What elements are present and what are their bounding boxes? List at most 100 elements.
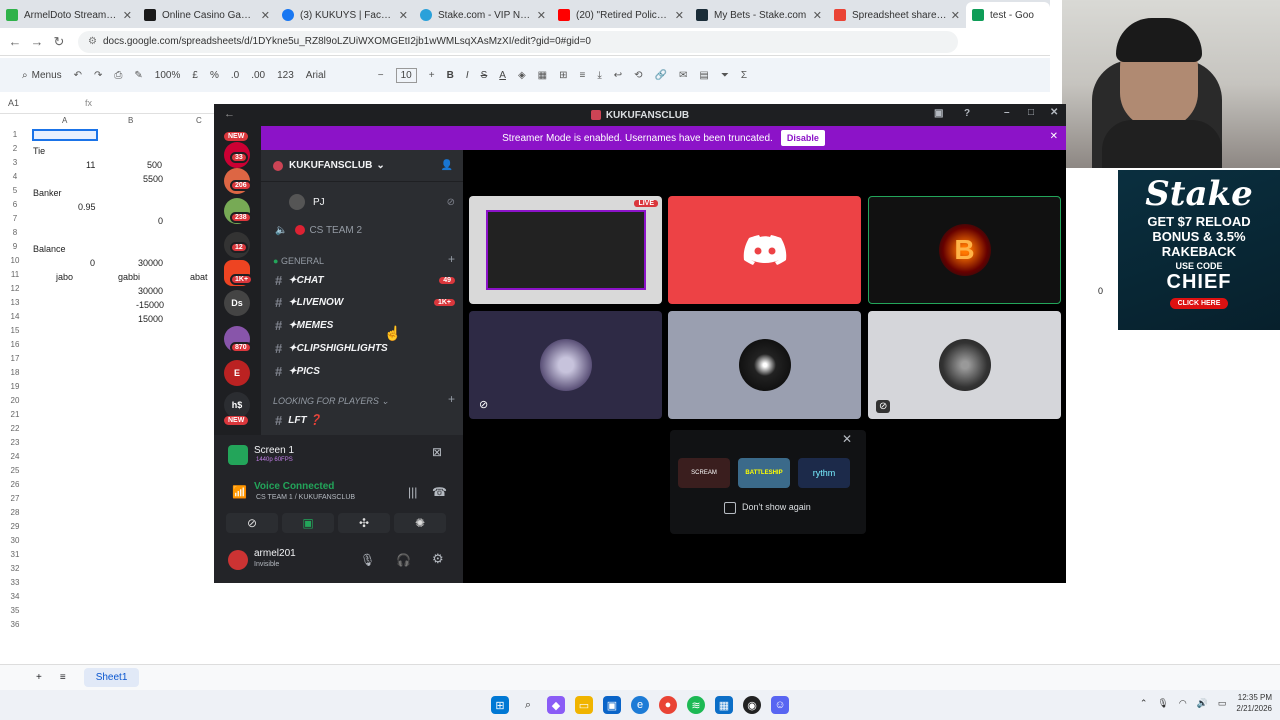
font-select[interactable]: Arial bbox=[306, 70, 366, 81]
comment-icon[interactable]: ✉ bbox=[679, 70, 687, 81]
close-icon[interactable]: ✕ bbox=[842, 432, 852, 446]
row-number[interactable]: 2 bbox=[0, 144, 30, 153]
store-icon[interactable]: ▣ bbox=[603, 696, 621, 714]
row-number[interactable]: 5 bbox=[0, 186, 30, 195]
row-number[interactable]: 15 bbox=[0, 326, 30, 335]
row-number[interactable]: 6 bbox=[0, 200, 30, 209]
cell[interactable]: 0 bbox=[1098, 286, 1103, 296]
cell-ref[interactable]: A1 bbox=[8, 98, 19, 108]
server-header[interactable]: KUKUFANSCLUB ⌄ 👤 bbox=[261, 150, 463, 182]
sheet-tab[interactable]: Sheet1 bbox=[83, 668, 140, 687]
italic-icon[interactable]: I bbox=[466, 70, 469, 81]
row-number[interactable]: 14 bbox=[0, 312, 30, 321]
row-number[interactable]: 22 bbox=[0, 424, 30, 433]
close-banner-icon[interactable]: ✕ bbox=[1050, 131, 1058, 142]
avatar[interactable] bbox=[228, 550, 248, 570]
row-number[interactable]: 33 bbox=[0, 578, 30, 587]
text-color-icon[interactable]: A bbox=[499, 70, 506, 81]
close-icon[interactable]: ✕ bbox=[951, 9, 960, 22]
volume-icon[interactable]: 🔊 bbox=[1197, 698, 1208, 709]
row-number[interactable]: 27 bbox=[0, 494, 30, 503]
cell[interactable]: 0 bbox=[90, 258, 95, 268]
channel-lft[interactable]: # LFT ❓ bbox=[271, 410, 455, 430]
participant-tile[interactable] bbox=[668, 196, 861, 304]
start-icon[interactable]: ⊞ bbox=[491, 696, 509, 714]
battery-icon[interactable]: ▭ bbox=[1218, 698, 1227, 709]
search-icon[interactable]: ⌕ bbox=[22, 70, 28, 81]
channel-pics[interactable]: # ✦PICS bbox=[271, 361, 455, 381]
inbox-icon[interactable]: ▣ bbox=[934, 108, 943, 119]
zoom-select[interactable]: 100% bbox=[155, 70, 181, 81]
browser-tab[interactable]: Stake.com - VIP Notices ✕ bbox=[414, 2, 552, 28]
row-number[interactable]: 30 bbox=[0, 536, 30, 545]
selected-cell[interactable] bbox=[32, 129, 98, 141]
row-number[interactable]: 18 bbox=[0, 368, 30, 377]
activities-button[interactable]: ✣ bbox=[338, 513, 390, 533]
add-channel-icon[interactable]: + bbox=[448, 392, 455, 406]
row-number[interactable]: 28 bbox=[0, 508, 30, 517]
participant-tile[interactable]: B bbox=[868, 196, 1061, 304]
voice-user[interactable]: PJ ⊘ bbox=[289, 192, 455, 212]
browser-tab[interactable]: Online Casino Games - Pl ✕ bbox=[138, 2, 276, 28]
row-number[interactable]: 34 bbox=[0, 592, 30, 601]
functions-icon[interactable]: Σ bbox=[741, 70, 747, 81]
align-icon[interactable]: ≡ bbox=[580, 70, 586, 81]
font-size-field[interactable]: 10 bbox=[395, 67, 417, 83]
activity-card[interactable]: BATTLESHIP bbox=[738, 458, 790, 488]
server-icon[interactable]: E bbox=[224, 360, 250, 386]
category-general[interactable]: ● GENERAL bbox=[273, 256, 324, 266]
close-icon[interactable]: ✕ bbox=[123, 9, 132, 22]
cell[interactable]: Tie bbox=[33, 146, 45, 156]
column-header-c[interactable]: C bbox=[196, 116, 202, 125]
dont-show-checkbox[interactable] bbox=[724, 502, 736, 514]
add-channel-icon[interactable]: + bbox=[448, 252, 455, 266]
reload-icon[interactable]: ↻ bbox=[48, 34, 70, 50]
row-number[interactable]: 16 bbox=[0, 340, 30, 349]
close-icon[interactable]: ✕ bbox=[675, 9, 684, 22]
back-icon[interactable]: ← bbox=[4, 34, 26, 49]
currency-format-button[interactable]: £ bbox=[192, 70, 198, 81]
close-icon[interactable]: ✕ bbox=[261, 9, 270, 22]
menus-button[interactable]: Menus bbox=[32, 70, 62, 81]
cell[interactable]: 0 bbox=[158, 216, 163, 226]
all-sheets-icon[interactable]: ≡ bbox=[60, 672, 66, 683]
browser-tab[interactable]: My Bets - Stake.com ✕ bbox=[690, 2, 828, 28]
row-number[interactable]: 12 bbox=[0, 284, 30, 293]
search-icon[interactable]: ⌕ bbox=[519, 696, 537, 714]
invite-icon[interactable]: 👤 bbox=[441, 160, 453, 171]
back-arrow-icon[interactable]: ← bbox=[224, 108, 235, 120]
close-icon[interactable]: ✕ bbox=[399, 9, 408, 22]
close-icon[interactable]: ✕ bbox=[1050, 107, 1058, 118]
row-number[interactable]: 7 bbox=[0, 214, 30, 223]
cell[interactable]: Banker bbox=[33, 188, 62, 198]
ad-cta-button[interactable]: CLICK HERE bbox=[1169, 298, 1229, 309]
browser-tab[interactable]: (3) KUKUYS | Facebook ✕ bbox=[276, 2, 414, 28]
noise-suppression-icon[interactable]: ||| bbox=[408, 485, 417, 499]
cell[interactable]: abat bbox=[190, 272, 208, 282]
close-icon[interactable]: ✕ bbox=[813, 9, 822, 22]
participant-tile[interactable]: ⊘ bbox=[868, 311, 1061, 419]
obs-icon[interactable]: ◉ bbox=[743, 696, 761, 714]
row-number[interactable]: 13 bbox=[0, 298, 30, 307]
undo-icon[interactable]: ↶ bbox=[74, 70, 82, 81]
stream-tile[interactable]: LIVE bbox=[469, 196, 662, 304]
merge-icon[interactable]: ⊞ bbox=[559, 70, 567, 81]
settings-icon[interactable]: ⚙ bbox=[432, 551, 444, 567]
spotify-icon[interactable]: ≋ bbox=[687, 696, 705, 714]
microphone-icon[interactable]: 🎙 bbox=[360, 553, 375, 567]
borders-icon[interactable]: ▦ bbox=[538, 70, 547, 81]
row-number[interactable]: 25 bbox=[0, 466, 30, 475]
cell[interactable]: jabo bbox=[56, 272, 73, 282]
calculator-icon[interactable]: ▦ bbox=[715, 696, 733, 714]
plus-icon[interactable]: + bbox=[429, 70, 435, 81]
column-header-a[interactable]: A bbox=[62, 116, 67, 125]
disable-button[interactable]: Disable bbox=[780, 130, 825, 146]
redo-icon[interactable]: ↷ bbox=[94, 70, 102, 81]
bold-icon[interactable]: B bbox=[447, 70, 454, 81]
cell[interactable]: gabbi bbox=[118, 272, 140, 282]
decrease-decimal-button[interactable]: .0 bbox=[231, 70, 239, 81]
row-number[interactable]: 20 bbox=[0, 396, 30, 405]
row-number[interactable]: 24 bbox=[0, 452, 30, 461]
row-number[interactable]: 17 bbox=[0, 354, 30, 363]
help-icon[interactable]: ? bbox=[964, 108, 970, 119]
